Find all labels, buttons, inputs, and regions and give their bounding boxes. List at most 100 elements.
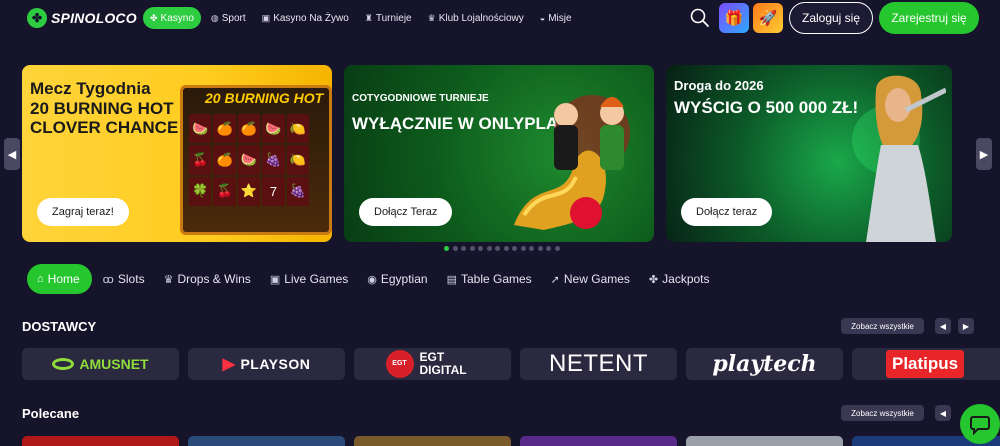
provider-name: EGT DIGITAL: [419, 350, 467, 377]
carousel-dot[interactable]: [461, 246, 466, 251]
reel-symbol: 🍀: [189, 176, 212, 206]
banner-weekly-tournaments[interactable]: COTYGODNIOWE TURNIEJE WYŁĄCZNIE W ONLYPL…: [344, 65, 654, 242]
top-header: ✤ SPINOLOCO ✤ Kasyno ◍ Sport ▣ Kasyno Na…: [0, 0, 1000, 36]
game-thumbnail[interactable]: [686, 436, 843, 446]
slot-title: 20 BURNING HOT: [205, 90, 324, 106]
reel-symbol: 🍒: [189, 145, 212, 175]
banner-headline: WYŚCIG O 500 000 ZŁ!: [674, 97, 859, 117]
tab-home[interactable]: ⌂ Home: [27, 264, 92, 294]
carousel-dot[interactable]: [503, 246, 509, 251]
join-now-button[interactable]: Dołącz Teraz: [359, 198, 453, 226]
live-chat-button[interactable]: [960, 404, 1000, 444]
game-thumbnail[interactable]: [354, 436, 511, 446]
reel-symbol: 7: [262, 176, 285, 206]
provider-playtech[interactable]: playtech: [686, 348, 843, 380]
see-all-providers-button[interactable]: Zobacz wszystkie: [841, 318, 924, 334]
mission-icon: ◒: [539, 13, 546, 23]
section-title-featured: Polecane: [22, 406, 80, 421]
carousel-dot[interactable]: [444, 246, 449, 251]
banner-road-to-2026[interactable]: Droga do 2026 WYŚCIG O 500 000 ZŁ! Dołąc…: [666, 65, 952, 242]
tab-label: Drops & Wins: [177, 272, 251, 286]
play-triangle-icon: ▶: [222, 356, 236, 373]
gift-icon[interactable]: 🎁: [719, 3, 749, 33]
category-tabs: ⌂ Home ꝏ Slots ♛ Drops & Wins ▣ Live Gam…: [27, 264, 721, 294]
ball-icon: ◍: [210, 12, 219, 23]
login-button[interactable]: Zaloguj się: [789, 2, 873, 34]
nav-item-label: Turnieje: [375, 12, 412, 24]
tab-egyptian[interactable]: ◉ Egyptian: [359, 264, 435, 294]
provider-netent[interactable]: NETENT: [520, 348, 677, 380]
join-now-button[interactable]: Dołącz teraz: [681, 198, 773, 226]
nav-item-loyalty-club[interactable]: ♛ Klub Lojalnościowy: [422, 7, 530, 29]
carousel-prev-button[interactable]: ◀: [4, 138, 20, 170]
egt-logo-icon: EGT: [385, 350, 414, 378]
carousel-dot[interactable]: [546, 246, 551, 251]
search-button[interactable]: [689, 7, 711, 29]
nav-item-live-casino[interactable]: ▣ Kasyno Na Żywo: [256, 7, 355, 29]
carousel-dots: [444, 246, 563, 251]
game-thumbnail[interactable]: [520, 436, 677, 446]
reel-symbol: 🍋: [286, 145, 309, 175]
reel-symbol: 🍇: [286, 176, 309, 206]
provider-amusnet[interactable]: AMUSNET: [22, 348, 179, 380]
reel-symbol: 🍊: [237, 114, 261, 144]
provider-playson[interactable]: ▶ PLAYSON: [188, 348, 345, 380]
tab-new-games[interactable]: ➚ New Games: [543, 264, 638, 294]
logo-icon: ✤: [27, 8, 47, 28]
carousel-dot[interactable]: [537, 246, 543, 251]
nav-item-missions[interactable]: ◒ Misje: [534, 7, 578, 29]
nav-item-tournaments[interactable]: ♜ Turnieje: [359, 7, 418, 29]
nav-item-sport[interactable]: ◍ Sport: [205, 7, 252, 29]
carousel-dot[interactable]: [554, 246, 560, 251]
carousel-dot[interactable]: [512, 246, 517, 251]
rocket-icon[interactable]: 🚀: [753, 3, 783, 33]
banner-title: Mecz Tygodnia 20 BURNING HOT CLOVER CHAN…: [30, 79, 180, 138]
tab-slots[interactable]: ꝏ Slots: [95, 264, 153, 294]
see-all-featured-button[interactable]: Zobacz wszystkie: [841, 405, 924, 421]
provider-name: Platipus: [886, 350, 965, 378]
banner-subtitle: COTYGODNIOWE TURNIEJE: [352, 93, 489, 104]
register-button[interactable]: Zarejestruj się: [879, 2, 979, 34]
clover-icon: ✤: [648, 273, 659, 286]
carousel-next-button[interactable]: ▶: [976, 138, 992, 170]
reel-symbol: 🍒: [213, 176, 236, 206]
featured-prev-button[interactable]: ◀: [935, 405, 951, 421]
providers-next-button[interactable]: ▶: [958, 318, 974, 334]
reel-symbol: 🍇: [262, 145, 285, 175]
tournament-icon: ♜: [364, 12, 373, 23]
carousel-dot[interactable]: [495, 246, 500, 251]
nav-item-label: Kasyno Na Żywo: [273, 12, 349, 24]
cards-icon: ▣: [261, 12, 271, 23]
logo[interactable]: ✤ SPINOLOCO: [27, 8, 137, 28]
crown-icon: ♛: [163, 273, 174, 286]
providers-prev-button[interactable]: ◀: [935, 318, 951, 334]
provider-name: NETENT: [549, 350, 648, 377]
carousel-dot[interactable]: [478, 246, 483, 251]
carousel-dot[interactable]: [529, 246, 534, 251]
tab-label: Slots: [117, 272, 145, 286]
nav-item-kasyno[interactable]: ✤ Kasyno: [143, 7, 201, 29]
tab-live-games[interactable]: ▣ Live Games: [262, 264, 356, 294]
nav-item-label: Misje: [548, 12, 572, 24]
carousel-dot[interactable]: [452, 246, 458, 251]
chat-icon: [970, 416, 990, 435]
provider-egt-digital[interactable]: EGT EGT DIGITAL: [354, 348, 511, 380]
amusnet-logo-icon: [52, 358, 75, 370]
reel-symbol: 🍉: [237, 145, 261, 175]
tab-drops-wins[interactable]: ♛ Drops & Wins: [156, 264, 259, 294]
game-thumbnail[interactable]: [188, 436, 345, 446]
tab-jackpots[interactable]: ✤ Jackpots: [641, 264, 718, 294]
featured-row: [22, 436, 1000, 446]
carousel-dot[interactable]: [486, 246, 492, 251]
provider-name: AMUSNET: [79, 356, 149, 372]
provider-platipus[interactable]: Platipus: [852, 348, 1000, 380]
providers-row: AMUSNET ▶ PLAYSON EGT EGT DIGITAL NETENT…: [22, 348, 1000, 380]
provider-name: playtech: [712, 351, 817, 377]
carousel-dot[interactable]: [520, 246, 526, 251]
banner-match-of-week[interactable]: Mecz Tygodnia 20 BURNING HOT CLOVER CHAN…: [22, 65, 332, 242]
tab-table-games[interactable]: ▤ Table Games: [439, 264, 540, 294]
play-now-button[interactable]: Zagraj teraz!: [37, 198, 129, 226]
reel-symbol: ⭐: [237, 176, 261, 206]
game-thumbnail[interactable]: [22, 436, 179, 446]
carousel-dot[interactable]: [469, 246, 475, 251]
